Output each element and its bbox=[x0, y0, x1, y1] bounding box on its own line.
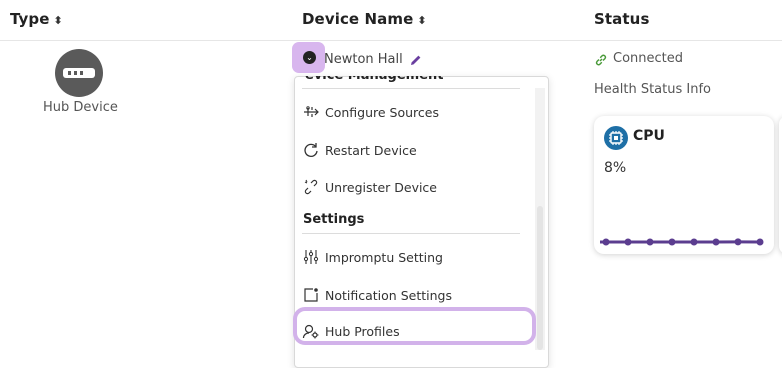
cpu-sparkline-point bbox=[691, 239, 698, 246]
menu-item-hub-profiles[interactable]: Hub Profiles bbox=[302, 317, 522, 345]
menu-item-label: Restart Device bbox=[325, 143, 417, 158]
header-divider bbox=[0, 40, 782, 41]
cpu-title: CPU bbox=[633, 128, 665, 144]
link-icon bbox=[594, 53, 608, 67]
menu-item-unregister-device[interactable]: Unregister Device bbox=[302, 173, 522, 201]
column-header-status: Status bbox=[594, 10, 649, 28]
unlink-icon bbox=[302, 178, 320, 196]
cpu-value: 8% bbox=[604, 160, 626, 176]
hub-box-shape bbox=[63, 68, 95, 78]
menu-item-notification-settings[interactable]: Notification Settings bbox=[302, 281, 522, 309]
menu-divider bbox=[302, 88, 520, 89]
health-status-label: Health Status Info bbox=[594, 82, 711, 97]
cpu-sparkline-point bbox=[669, 239, 676, 246]
column-header-status-label: Status bbox=[594, 10, 649, 28]
device-name: Newton Hall bbox=[324, 52, 403, 67]
sort-icon: ⬍ bbox=[54, 14, 63, 27]
notification-icon bbox=[302, 286, 320, 304]
configure-sources-icon bbox=[302, 103, 320, 121]
menu-item-label: Unregister Device bbox=[325, 180, 437, 195]
menu-item-restart-device[interactable]: Restart Device bbox=[302, 136, 522, 164]
hub-device-icon bbox=[55, 49, 103, 97]
column-header-type-label: Type bbox=[10, 10, 50, 28]
cpu-sparkline-point bbox=[625, 239, 632, 246]
column-header-type[interactable]: Type ⬍ bbox=[10, 10, 63, 28]
cpu-sparkline-point bbox=[603, 239, 610, 246]
column-header-device-name[interactable]: Device Name ⬍ bbox=[302, 10, 427, 28]
restart-icon bbox=[302, 141, 320, 159]
column-header-device-name-label: Device Name bbox=[302, 10, 413, 28]
chevron-down-icon: ⌄ bbox=[303, 51, 316, 64]
device-type-label: Hub Device bbox=[43, 100, 118, 115]
menu-item-impromptu-setting[interactable]: Impromptu Setting bbox=[302, 243, 522, 271]
menu-item-label: Notification Settings bbox=[325, 288, 452, 303]
cpu-sparkline-point bbox=[647, 239, 654, 246]
status-text: Connected bbox=[613, 51, 683, 66]
menu-scrollbar-thumb[interactable] bbox=[537, 206, 543, 350]
sliders-icon bbox=[302, 248, 320, 266]
menu-item-label: Impromptu Setting bbox=[325, 250, 443, 265]
menu-item-label: Configure Sources bbox=[325, 105, 439, 120]
menu-item-configure-sources[interactable]: Configure Sources bbox=[302, 98, 522, 126]
menu-item-label: Hub Profiles bbox=[325, 324, 400, 339]
cpu-sparkline-point bbox=[757, 239, 764, 246]
cpu-sparkline bbox=[600, 230, 766, 246]
sort-icon: ⬍ bbox=[417, 14, 426, 27]
user-gear-icon bbox=[302, 322, 320, 340]
edit-pencil-icon[interactable] bbox=[410, 54, 422, 66]
menu-section-settings: Settings bbox=[303, 212, 364, 227]
menu-divider bbox=[302, 233, 520, 234]
row-actions-toggle[interactable]: ⌄ bbox=[292, 42, 325, 73]
cpu-icon bbox=[604, 126, 628, 150]
cpu-sparkline-point bbox=[713, 239, 720, 246]
cpu-sparkline-point bbox=[735, 238, 742, 245]
